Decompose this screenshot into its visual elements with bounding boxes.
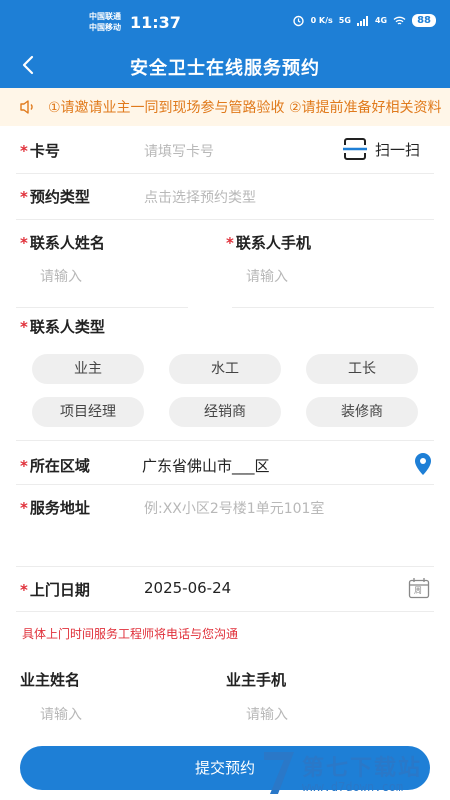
watermark: 第七下载站 www.d7down.com	[256, 746, 446, 800]
owner-phone-label: 业主手机	[226, 671, 287, 689]
area-label-text: 所在区域	[29, 457, 90, 475]
address-label: * 服务地址	[20, 497, 90, 518]
calendar-icon[interactable]: 周	[408, 577, 430, 599]
carrier-1: 中国联通	[89, 12, 121, 21]
owner-name-input[interactable]: 请输入	[40, 704, 82, 724]
contact-phone-label-text: 联系人手机	[235, 234, 311, 252]
speaker-icon	[20, 100, 33, 114]
required-mark: *	[20, 457, 28, 475]
address-input[interactable]: 例:XX小区2号楼1单元101室	[144, 498, 324, 518]
scan-button[interactable]: 扫一扫	[342, 138, 420, 160]
chip-project-manager[interactable]: 项目经理	[32, 397, 144, 427]
carrier-info: 中国联通 中国移动	[89, 11, 121, 33]
scan-label: 扫一扫	[374, 140, 420, 159]
date-value[interactable]: 2025-06-24	[144, 579, 231, 597]
owner-name-label: 业主姓名	[20, 671, 81, 689]
location-pin-icon[interactable]	[412, 452, 434, 476]
status-bar: 中国联通 中国移动 11:37 0 K/s 5G 4G 88	[0, 0, 450, 44]
contact-type-label: * 联系人类型	[20, 316, 105, 337]
chip-foreman[interactable]: 工长	[306, 354, 418, 384]
watermark-brand: 第七下载站	[302, 756, 423, 781]
card-number-input[interactable]: 请填写卡号	[144, 141, 214, 161]
alarm-icon	[292, 15, 304, 27]
booking-type-select[interactable]: 点击选择预约类型	[144, 187, 256, 207]
watermark-url: www.d7down.com	[302, 780, 404, 794]
area-row[interactable]: * 所在区域 广东省佛山市___区	[16, 441, 434, 485]
app-header: 中国联通 中国移动 11:37 0 K/s 5G 4G 88 安全卫士在线服务预…	[0, 0, 450, 88]
contact-name-input[interactable]: 请输入	[40, 266, 82, 286]
nav-bar: 安全卫士在线服务预约	[0, 44, 450, 88]
page-title: 安全卫士在线服务预约	[130, 58, 320, 79]
net-speed: 0 K/s	[310, 16, 333, 25]
required-mark: *	[20, 188, 28, 206]
wifi-icon	[393, 16, 406, 25]
signal-5g: 5G	[338, 16, 351, 25]
chip-plumber[interactable]: 水工	[169, 354, 281, 384]
date-row[interactable]: * 上门日期 2025-06-24 周	[16, 566, 434, 612]
required-mark: *	[226, 234, 234, 252]
address-label-text: 服务地址	[29, 499, 90, 517]
signal-4g: 4G	[374, 16, 388, 25]
notice-banner: ①请邀请业主一同到现场参与管路验收 ②请提前准备好相关资料	[0, 88, 450, 126]
date-label-text: 上门日期	[29, 581, 90, 599]
card-number-row: * 卡号 请填写卡号 扫一扫	[16, 126, 434, 174]
card-number-label-text: 卡号	[29, 142, 60, 160]
status-time: 11:37	[130, 13, 181, 32]
required-mark: *	[20, 499, 28, 517]
required-mark: *	[20, 318, 28, 336]
visit-time-tip: 具体上门时间服务工程师将电话与您沟通	[22, 627, 239, 641]
booking-type-row[interactable]: * 预约类型 点击选择预约类型	[16, 174, 434, 220]
booking-type-label-text: 预约类型	[29, 188, 90, 206]
chip-decorator[interactable]: 装修商	[306, 397, 418, 427]
battery-level: 88	[412, 14, 436, 27]
contact-phone-label: * 联系人手机	[226, 232, 311, 253]
required-mark: *	[20, 142, 28, 160]
signal-bars-icon	[356, 15, 368, 26]
chip-dealer[interactable]: 经销商	[169, 397, 281, 427]
system-icons: 0 K/s 5G 4G 88	[292, 14, 436, 27]
contact-name-label-text: 联系人姓名	[29, 234, 105, 252]
contact-phone-input[interactable]: 请输入	[246, 266, 288, 286]
carrier-2: 中国移动	[89, 23, 121, 32]
calendar-icon-text: 周	[414, 586, 422, 595]
owner-phone-input[interactable]: 请输入	[246, 704, 288, 724]
required-mark: *	[20, 581, 28, 599]
date-label: * 上门日期	[20, 579, 90, 600]
contact-type-label-text: 联系人类型	[29, 318, 105, 336]
required-mark: *	[20, 234, 28, 252]
scan-icon	[342, 138, 367, 160]
contact-name-label: * 联系人姓名	[20, 232, 105, 253]
contact-phone-divider	[232, 307, 434, 308]
contact-name-divider	[16, 307, 188, 308]
chip-owner[interactable]: 业主	[32, 354, 144, 384]
notice-text: ①请邀请业主一同到现场参与管路验收 ②请提前准备好相关资料	[48, 100, 442, 116]
area-label: * 所在区域	[20, 455, 90, 476]
booking-type-label: * 预约类型	[20, 186, 90, 207]
brand-logo-icon	[264, 752, 294, 794]
card-number-label: * 卡号	[20, 140, 60, 161]
area-value[interactable]: 广东省佛山市___区	[142, 455, 270, 476]
